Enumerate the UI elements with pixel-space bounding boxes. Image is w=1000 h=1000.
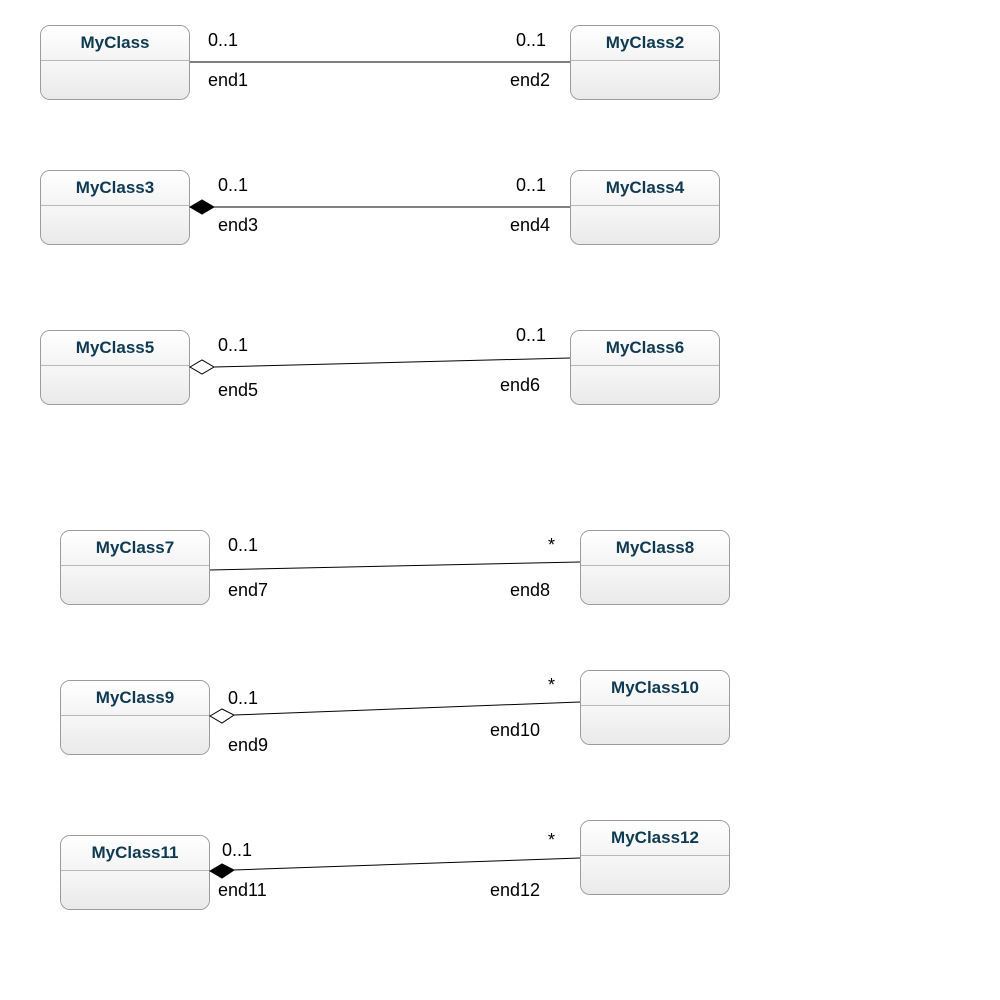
class-name: MyClass4: [571, 171, 719, 206]
class-name: MyClass11: [61, 836, 209, 871]
role-label: end11: [218, 880, 267, 901]
multiplicity-label: 0..1: [222, 840, 252, 861]
role-label: end12: [490, 880, 540, 901]
aggregation-diamond-icon: [210, 709, 234, 723]
role-label: end7: [228, 580, 268, 601]
class-name: MyClass6: [571, 331, 719, 366]
multiplicity-label: 0..1: [516, 175, 546, 196]
class-name: MyClass8: [581, 531, 729, 566]
class-compartment: [61, 716, 209, 755]
class-myclass3[interactable]: MyClass3: [40, 170, 190, 245]
class-myclass11[interactable]: MyClass11: [60, 835, 210, 910]
class-compartment: [581, 566, 729, 605]
multiplicity-label: 0..1: [218, 175, 248, 196]
class-compartment: [41, 206, 189, 245]
role-label: end2: [510, 70, 550, 91]
association-line: [214, 358, 570, 367]
multiplicity-label: *: [548, 675, 555, 696]
multiplicity-label: 0..1: [208, 30, 238, 51]
class-myclass7[interactable]: MyClass7: [60, 530, 210, 605]
role-label: end3: [218, 215, 258, 236]
role-label: end8: [510, 580, 550, 601]
role-label: end10: [490, 720, 540, 741]
role-label: end1: [208, 70, 248, 91]
class-compartment: [581, 706, 729, 745]
class-myclass4[interactable]: MyClass4: [570, 170, 720, 245]
class-name: MyClass7: [61, 531, 209, 566]
role-label: end5: [218, 380, 258, 401]
class-myclass2[interactable]: MyClass2: [570, 25, 720, 100]
class-name: MyClass9: [61, 681, 209, 716]
multiplicity-label: *: [548, 830, 555, 851]
composition-diamond-icon: [190, 200, 214, 214]
class-myclass10[interactable]: MyClass10: [580, 670, 730, 745]
class-name: MyClass: [41, 26, 189, 61]
multiplicity-label: *: [548, 535, 555, 556]
class-name: MyClass12: [581, 821, 729, 856]
class-myclass9[interactable]: MyClass9: [60, 680, 210, 755]
class-compartment: [571, 206, 719, 245]
association-line: [234, 858, 580, 870]
composition-diamond-icon: [210, 864, 234, 878]
multiplicity-label: 0..1: [516, 325, 546, 346]
class-myclass6[interactable]: MyClass6: [570, 330, 720, 405]
multiplicity-label: 0..1: [516, 30, 546, 51]
class-name: MyClass2: [571, 26, 719, 61]
class-compartment: [61, 566, 209, 605]
class-name: MyClass5: [41, 331, 189, 366]
role-label: end4: [510, 215, 550, 236]
class-compartment: [61, 871, 209, 910]
class-compartment: [571, 61, 719, 100]
association-line: [234, 702, 580, 715]
class-myclass8[interactable]: MyClass8: [580, 530, 730, 605]
class-name: MyClass10: [581, 671, 729, 706]
multiplicity-label: 0..1: [228, 688, 258, 709]
role-label: end6: [500, 375, 540, 396]
aggregation-diamond-icon: [190, 360, 214, 374]
association-line: [210, 562, 580, 570]
class-myclass12[interactable]: MyClass12: [580, 820, 730, 895]
class-myclass5[interactable]: MyClass5: [40, 330, 190, 405]
class-myclass[interactable]: MyClass: [40, 25, 190, 100]
class-compartment: [571, 366, 719, 405]
class-name: MyClass3: [41, 171, 189, 206]
class-compartment: [41, 61, 189, 100]
class-compartment: [581, 856, 729, 895]
multiplicity-label: 0..1: [228, 535, 258, 556]
role-label: end9: [228, 735, 268, 756]
class-compartment: [41, 366, 189, 405]
multiplicity-label: 0..1: [218, 335, 248, 356]
